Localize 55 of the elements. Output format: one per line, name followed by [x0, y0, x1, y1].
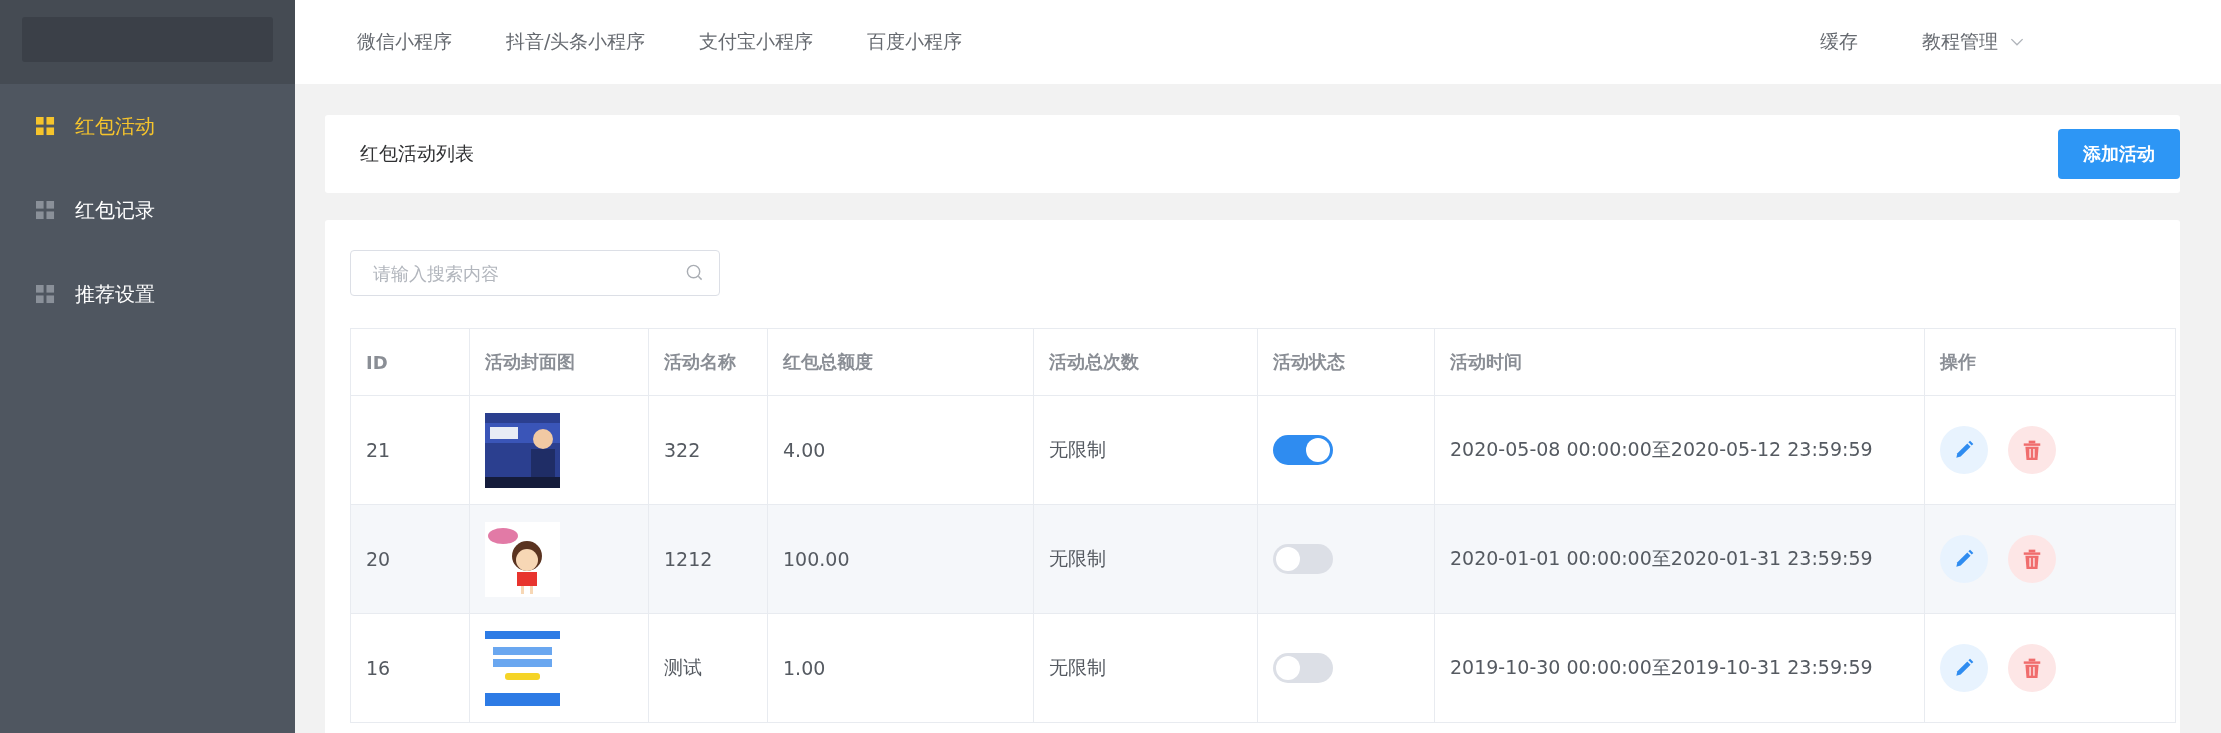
table-cell: 322	[648, 395, 768, 505]
grid-icon	[36, 116, 55, 136]
table-cell: 无限制	[1033, 395, 1258, 505]
edit-button[interactable]	[1940, 644, 1988, 692]
table-cell: 20	[350, 504, 470, 614]
status-toggle[interactable]	[1273, 653, 1333, 683]
table-cell: 16	[350, 613, 470, 723]
column-header: 红包总额度	[767, 328, 1034, 396]
column-header: 活动封面图	[469, 328, 649, 396]
table-cell: 测试	[648, 613, 768, 723]
table-cell: 2020-01-01 00:00:00至2020-01-31 23:59:59	[1434, 504, 1925, 614]
column-header: ID	[350, 328, 470, 396]
table-cell: 1.00	[767, 613, 1034, 723]
delete-button[interactable]	[2008, 535, 2056, 583]
table-cell: 2020-05-08 00:00:00至2020-05-12 23:59:59	[1434, 395, 1925, 505]
column-header: 活动名称	[648, 328, 768, 396]
pencil-icon	[1953, 548, 1975, 570]
table-cell: 4.00	[767, 395, 1034, 505]
grid-icon	[36, 284, 55, 304]
delete-button[interactable]	[2008, 644, 2056, 692]
table-cell: 100.00	[767, 504, 1034, 614]
edit-button[interactable]	[1940, 535, 1988, 583]
status-toggle[interactable]	[1273, 544, 1333, 574]
search-icon[interactable]	[685, 263, 704, 282]
grid-icon	[36, 200, 55, 220]
table-cell: 21	[350, 395, 470, 505]
top-nav-tab[interactable]: 抖音/头条小程序	[479, 29, 673, 55]
table-cell: 无限制	[1033, 613, 1258, 723]
sidebar-item[interactable]: 红包记录	[0, 168, 295, 252]
column-header: 活动状态	[1257, 328, 1435, 396]
column-header: 活动总次数	[1033, 328, 1258, 396]
chevron-down-icon	[2010, 37, 2024, 47]
table-cell: 1212	[648, 504, 768, 614]
table-cell: 2019-10-30 00:00:00至2019-10-31 23:59:59	[1434, 613, 1925, 723]
cache-link[interactable]: 缓存	[1793, 29, 1885, 55]
page-title: 红包活动列表	[360, 141, 474, 166]
top-nav-tab[interactable]: 百度小程序	[840, 29, 990, 55]
table-cell: 无限制	[1033, 504, 1258, 614]
trash-icon	[2021, 657, 2043, 679]
sidebar-item[interactable]: 红包活动	[0, 84, 295, 168]
add-activity-button[interactable]: 添加活动	[2058, 129, 2180, 179]
trash-icon	[2021, 439, 2043, 461]
delete-button[interactable]	[2008, 426, 2056, 474]
top-nav-tab[interactable]: 支付宝小程序	[672, 29, 841, 55]
column-header: 活动时间	[1434, 328, 1925, 396]
search-field[interactable]: 请输入搜索内容	[350, 250, 720, 296]
edit-button[interactable]	[1940, 426, 1988, 474]
status-toggle[interactable]	[1273, 435, 1333, 465]
pencil-icon	[1953, 657, 1975, 679]
column-header: 操作	[1924, 328, 2176, 396]
top-nav-tab[interactable]: 微信小程序	[330, 29, 479, 55]
trash-icon	[2021, 548, 2043, 570]
sidebar-item[interactable]: 推荐设置	[0, 252, 295, 336]
tutorial-menu[interactable]: 教程管理	[1895, 29, 2051, 55]
pencil-icon	[1953, 439, 1975, 461]
